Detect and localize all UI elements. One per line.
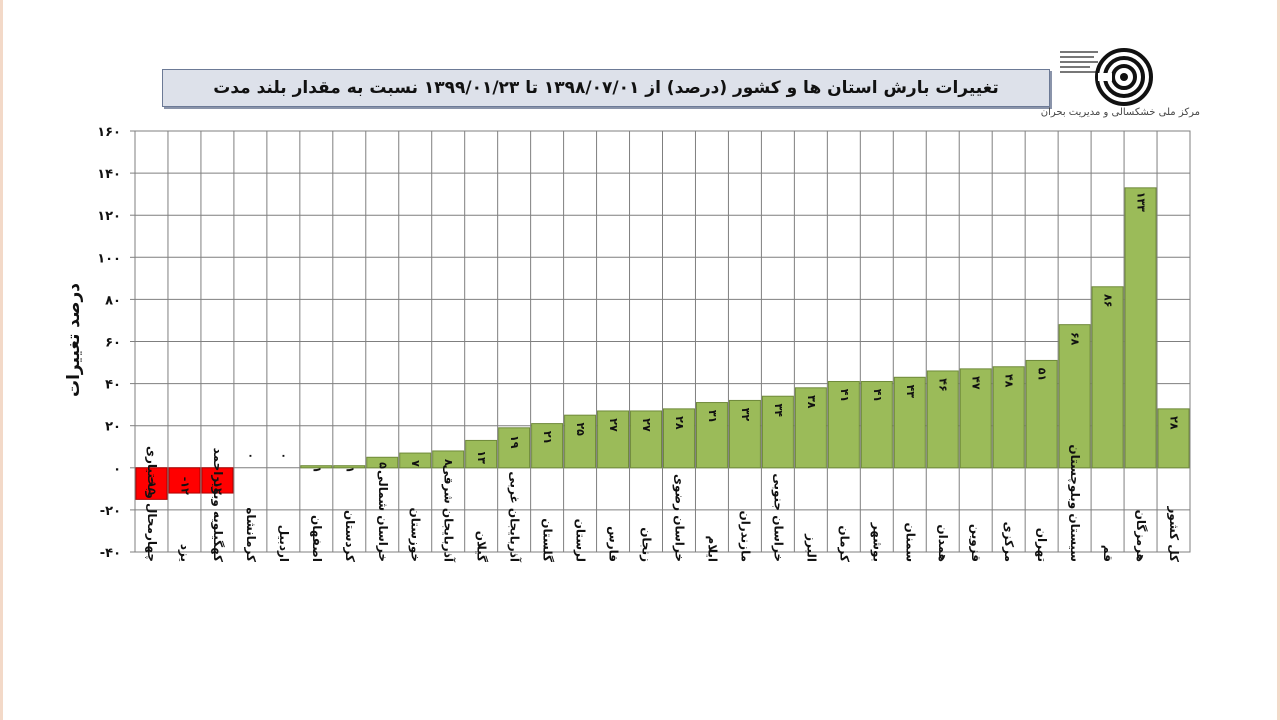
x-tick-label: تهران	[1035, 528, 1049, 562]
data-label: ۲۸	[1168, 416, 1181, 430]
y-tick-label: ۱۴۰	[97, 167, 121, 182]
x-tick-label: کرمانشاه	[244, 507, 258, 562]
x-tick-label: کرمان	[837, 525, 851, 562]
x-tick-label: خراسان شمالی	[376, 470, 390, 562]
data-label: ۵۱	[1036, 368, 1049, 381]
x-tick-label: خراسان جنوبی	[770, 473, 785, 562]
x-tick-label: هرمزگان	[1134, 510, 1148, 562]
data-label: ۴۱	[871, 389, 884, 402]
data-label: ۶۸	[1069, 332, 1082, 346]
data-label: ۲۷	[640, 418, 653, 432]
x-tick-label: مرکزی	[1002, 522, 1016, 562]
data-label: ۱۳۳	[1135, 192, 1148, 212]
data-label: ۱	[310, 466, 323, 473]
data-label: ۲۸	[673, 416, 686, 430]
x-tick-label: اصفهان	[310, 515, 324, 562]
data-label: ۴۶	[937, 378, 950, 391]
data-label: ۸۶	[1102, 294, 1115, 307]
x-tick-label: چهارمحال وبختیاری	[144, 446, 159, 562]
y-tick-label: ۱۲۰	[97, 209, 121, 224]
data-label: ۴۸	[1003, 374, 1016, 388]
x-tick-label: گیلان	[475, 531, 489, 562]
y-tick-label: ۸۰	[105, 293, 121, 308]
x-tick-label: یزد	[178, 544, 192, 562]
y-tick-label: ۲۰	[105, 420, 121, 435]
x-tick-label: همدان	[936, 524, 950, 562]
x-tick-label: خوزستان	[408, 507, 423, 562]
x-tick-label: قزوین	[968, 524, 983, 562]
x-tick-label: لرستان	[574, 519, 588, 562]
data-label: ۰	[277, 452, 290, 459]
x-tick-label: زنجان	[640, 527, 654, 562]
data-label: ۵	[376, 462, 389, 469]
bar	[1124, 187, 1157, 469]
data-label: -۱۲	[178, 477, 191, 495]
x-tick-label: سیستان وبلوچستان	[1067, 444, 1082, 562]
y-tick-label: ۰	[113, 462, 121, 477]
y-tick-label: ۴۰	[105, 378, 121, 393]
bar-chart: -۴۰-۲۰۰۲۰۴۰۶۰۸۰۱۰۰۱۲۰۱۴۰۱۶۰-۱۵چهارمحال و…	[97, 125, 1191, 563]
data-label: ۷	[409, 460, 422, 467]
data-label: ۳۱	[706, 410, 719, 423]
data-label: ۱۳	[475, 450, 488, 464]
data-label: ۳۸	[805, 395, 818, 409]
data-label: ۳۴	[772, 404, 785, 418]
y-tick-label: -۲۰	[100, 504, 121, 519]
y-tick-label: -۴۰	[100, 546, 121, 561]
x-tick-label: قم	[1101, 545, 1115, 562]
y-tick-label: ۶۰	[105, 336, 121, 351]
x-tick-label: آذربایجان غربی	[508, 471, 523, 562]
data-label: ۲۵	[574, 422, 587, 436]
x-tick-label: البرز	[804, 533, 818, 562]
x-tick-label: کل کشور	[1166, 506, 1181, 563]
x-tick-label: آذربایجان شرقی	[442, 464, 457, 562]
x-tick-label: سمنان	[903, 523, 917, 563]
x-tick-label: اردبیل	[277, 525, 291, 562]
x-tick-label: بوشهر	[869, 522, 884, 562]
x-tick-label: فارس	[607, 526, 621, 562]
data-label: ۰	[244, 452, 257, 459]
data-label: ۴۳	[904, 385, 917, 399]
y-tick-label: ۱۶۰	[97, 125, 121, 140]
x-tick-label: ایلام	[704, 535, 719, 562]
data-label: ۱	[343, 466, 356, 473]
y-tick-label: ۱۰۰	[97, 251, 121, 266]
data-label: ۴۷	[970, 376, 983, 390]
x-tick-label: کهگیلویه وبویراحمد	[210, 448, 225, 562]
data-label: ۳۲	[739, 408, 752, 422]
x-tick-label: خراسان رضوی	[671, 474, 686, 562]
data-label: ۲۷	[607, 418, 620, 432]
x-tick-label: کردستان	[343, 510, 357, 562]
data-label: ۱۹	[508, 435, 521, 449]
x-tick-label: مازندران	[738, 510, 752, 562]
data-label: ۲۱	[541, 431, 554, 444]
bar	[1091, 286, 1124, 469]
x-tick-label: گلستان	[541, 518, 555, 562]
data-label: ۴۱	[838, 389, 851, 402]
